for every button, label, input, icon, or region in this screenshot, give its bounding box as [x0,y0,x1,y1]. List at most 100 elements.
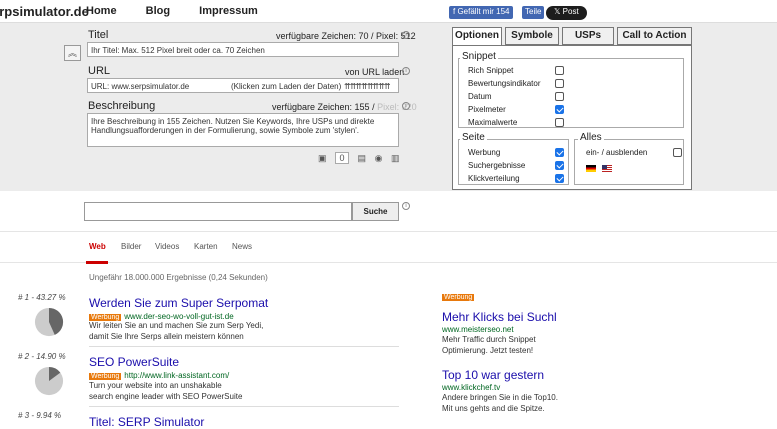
option-label: Rich Snippet [468,66,514,75]
url-label: URL [88,65,111,77]
result-title[interactable]: Titel: SERP Simulator [89,415,204,429]
german-flag-icon[interactable] [586,165,596,172]
ad-badge: Werbung [89,314,122,321]
result-title[interactable]: Werden Sie zum Super Serpomat [89,296,268,310]
ad-badge: Werbung [442,294,475,301]
info-icon[interactable]: i [402,31,410,39]
date-checkbox[interactable] [555,92,564,101]
ad-desc: Andere bringen Sie in die Top10. [442,393,558,402]
facebook-share-button[interactable]: Teile [522,6,545,19]
result-title[interactable]: SEO PowerSuite [89,355,179,369]
result-stats: Ungefähr 18.000.000 Ergebnisse (0,24 Sek… [89,273,268,282]
tab-usps[interactable]: USPs [562,27,614,45]
ad-title[interactable]: Top 10 war gestern [442,368,544,382]
facebook-like-button[interactable]: f Gefällt mir 154 [449,6,514,19]
trash-icon[interactable]: ▥ [391,153,400,164]
us-flag-icon[interactable] [602,165,612,172]
info-icon[interactable]: i [402,102,410,110]
url-arrows: ⇈⇈⇈⇈⇈⇈⇈⇈ [344,82,391,91]
click-share-pie [34,366,64,396]
tab-optionen[interactable]: Optionen [452,27,502,45]
tab-symbole[interactable]: Symbole [505,27,559,45]
divider [89,346,399,347]
options-panel: Optionen Symbole USPs Call to Action Sni… [452,27,692,190]
results-checkbox[interactable] [555,161,564,170]
pixelmeter-checkbox[interactable] [555,105,564,114]
result-desc: Wir leiten Sie an und machen Sie zum Ser… [89,321,264,330]
click-share-pie [34,307,64,337]
ad-desc: Mit uns gehts and die Spitze. [442,404,545,413]
info-icon[interactable]: i [402,202,410,210]
option-label: Werbung [468,148,501,157]
alles-title: Alles [578,132,604,143]
description-info: verfügbare Zeichen: 155 / Pixel: 920 [272,102,417,112]
chevron-up-icon: ︽ [67,48,77,58]
x-icon: 𝕏 [554,7,563,16]
option-label: Maximalwerte [468,118,518,127]
result-url-line: Werbung www.der-seo-wo-voll-gut-ist.de [89,312,234,321]
divider [89,406,399,407]
tab-call-to-action[interactable]: Call to Action [617,27,692,45]
active-tab-indicator [86,261,108,264]
site-logo[interactable]: erpsimulator.de [0,4,89,19]
save-icon[interactable]: ▣ [318,153,327,164]
snippet-editor: ︽ Titel verfügbare Zeichen: 70 / Pixel: … [0,23,777,191]
search-input[interactable] [84,202,352,221]
result-rank: # 2 - 14.90 % [18,352,66,361]
max-values-checkbox[interactable] [555,118,564,127]
toggle-all-checkbox[interactable] [673,148,682,157]
options-tabs: Optionen Symbole USPs Call to Action [452,27,692,45]
rating-checkbox[interactable] [555,79,564,88]
werbung-checkbox[interactable] [555,148,564,157]
nav-impressum[interactable]: Impressum [199,5,258,17]
option-label: Suchergebnisse [468,161,526,170]
ad-url[interactable]: www.klickchef.tv [442,383,500,392]
snippet-title: Snippet [460,51,498,62]
result-url[interactable]: www.der-seo-wo-voll-gut-ist.de [124,312,233,321]
rich-snippet-checkbox[interactable] [555,66,564,75]
nav-blog[interactable]: Blog [146,5,170,17]
eye-icon[interactable]: ◉ [375,153,383,164]
search-tabs: Web Bilder Videos Karten News [0,231,777,264]
tab-web[interactable]: Web [89,242,106,251]
ad-title[interactable]: Mehr Klicks bei Suchl [442,310,557,324]
option-label: Datum [468,92,492,101]
click-distribution-checkbox[interactable] [555,174,564,183]
option-label: Pixelmeter [468,105,506,114]
info-icon[interactable]: i [402,67,410,75]
x-post-button[interactable]: 𝕏 Post [546,6,587,20]
title-input[interactable]: Ihr Titel: Max. 512 Pixel breit oder ca.… [87,42,399,57]
result-desc: search engine leader with SEO PowerSuite [89,392,243,401]
seite-title: Seite [460,132,487,143]
editor-tools: ▣ 0 ▤ ◉ ▥ [318,152,405,164]
ad-desc: Mehr Traffic durch Snippet [442,335,536,344]
url-hint: (Klicken zum Laden der Daten) [231,82,342,91]
search-button[interactable]: Suche [352,202,399,221]
option-label: Klickverteilung [468,174,520,183]
tab-videos[interactable]: Videos [155,242,179,251]
tab-bilder[interactable]: Bilder [121,242,141,251]
description-input[interactable]: Ihre Beschreibung in 155 Zeichen. Nutzen… [87,113,399,147]
url-load-link[interactable]: von URL laden [345,67,404,77]
options-body: Snippet Rich Snippet Bewertungsindikator… [452,45,692,190]
title-info: verfügbare Zeichen: 70 / Pixel: 512 [276,31,416,41]
ad-url[interactable]: www.meisterseo.net [442,325,514,334]
result-desc: damit Sie Ihre Serps allein meistern kön… [89,332,244,341]
result-url[interactable]: http://www.link-assistant.com/ [124,371,229,380]
ad-badge: Werbung [89,373,122,380]
description-chars: verfügbare Zeichen: 155 / [272,102,375,112]
nav-home[interactable]: Home [86,5,117,17]
url-input[interactable]: URL: www.serpsimulator.de (Klicken zum L… [87,78,399,93]
tab-news[interactable]: News [232,242,252,251]
option-label: ein- / ausblenden [586,148,648,157]
result-rank: # 1 - 43.27 % [18,293,66,302]
copy-icon[interactable]: ▤ [358,153,367,164]
tab-karten[interactable]: Karten [194,242,218,251]
option-label: Bewertungsindikator [468,79,541,88]
counter: 0 [335,152,350,164]
x-post-label: Post [562,7,579,16]
search-bar: Suche i [0,191,777,231]
collapse-editor-button[interactable]: ︽ [64,45,81,61]
title-label: Titel [88,29,109,41]
facebook-like-label: Gefällt mir 154 [457,7,510,16]
